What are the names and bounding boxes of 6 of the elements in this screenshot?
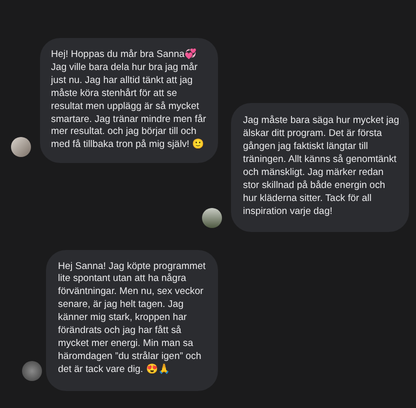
avatar-placeholder: [202, 208, 222, 228]
message-bubble: Hej Sanna! Jag köpte programmet lite spontant utan att ha några förväntningar. Men nu, sex veckor senare, är jag helt tagen. Jag känner mig stark, kroppen har förändrats och jag har fått så mycket mer energi. Min man sa häromdagen ”du strålar igen” och det är tack vare dig. 😍🙏: [46, 250, 218, 391]
message-bubble: Jag måste bara säga hur mycket jag älskar ditt program. Det är första gången jag faktiskt längtar till träningen. Allt känns så genomtänkt och mänskligt. Jag märker redan stor skillnad på både energin och hur kläderna sitter. Tack för all inspiration varje dag!: [231, 103, 409, 232]
avatar-placeholder: [22, 360, 42, 381]
message-bubble: Hej! Hoppas du mår bra Sanna💞 Jag ville bara dela hur bra jag mår just nu. Jag har alltid tänkt att jag måste köra stenhårt för att se resultat men upplägg är så mycket smartare. Jag tränar mindre men får mer resultat. och jag börjar till och med få tillbaka tron på mig själv! 🙂: [40, 38, 218, 164]
avatar-placeholder: [11, 137, 31, 158]
